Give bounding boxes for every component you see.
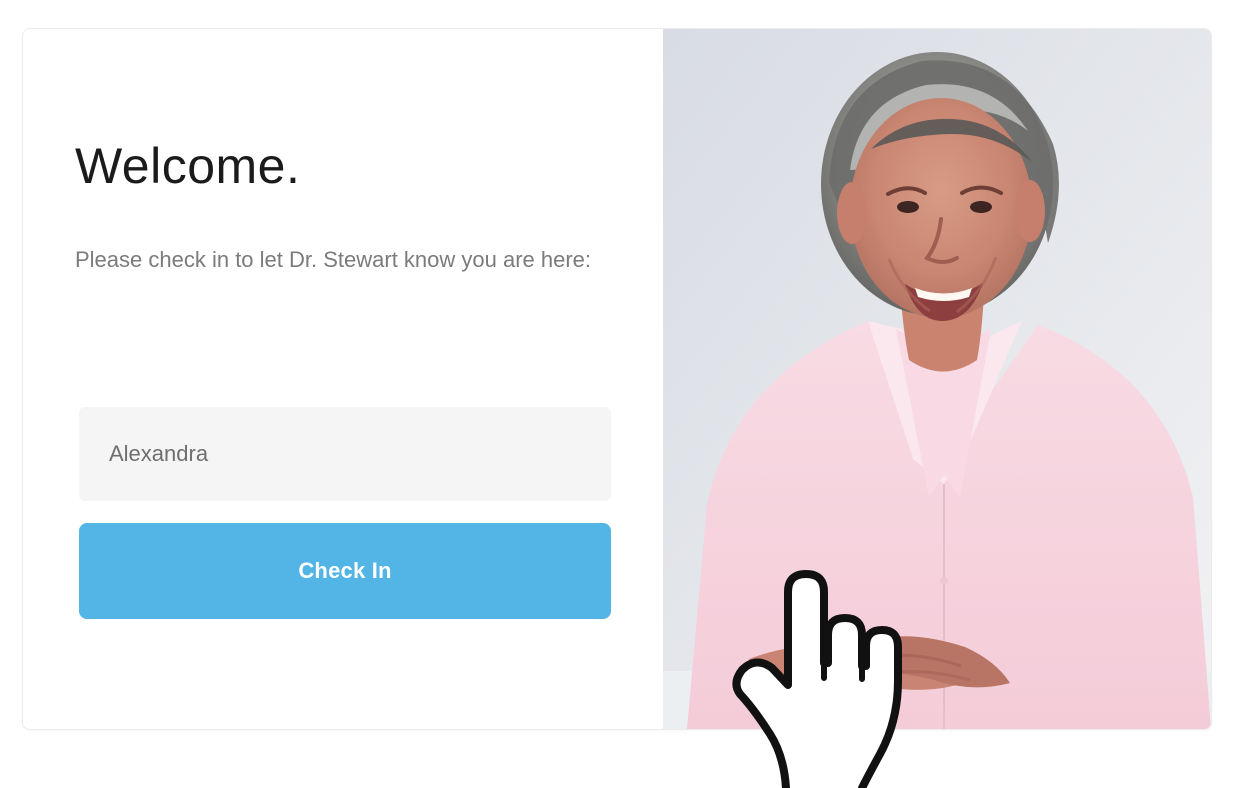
checkin-card: Welcome. Please check in to let Dr. Stew… xyxy=(22,28,1212,730)
kiosk-stage: Welcome. Please check in to let Dr. Stew… xyxy=(0,0,1236,788)
checkin-form-panel: Welcome. Please check in to let Dr. Stew… xyxy=(23,29,663,729)
hand-pointer-icon xyxy=(732,570,902,788)
checkin-instructions: Please check in to let Dr. Stewart know … xyxy=(75,247,592,272)
name-input[interactable] xyxy=(79,407,611,501)
check-in-button[interactable]: Check In xyxy=(79,523,611,619)
welcome-title: Welcome. xyxy=(75,138,301,194)
